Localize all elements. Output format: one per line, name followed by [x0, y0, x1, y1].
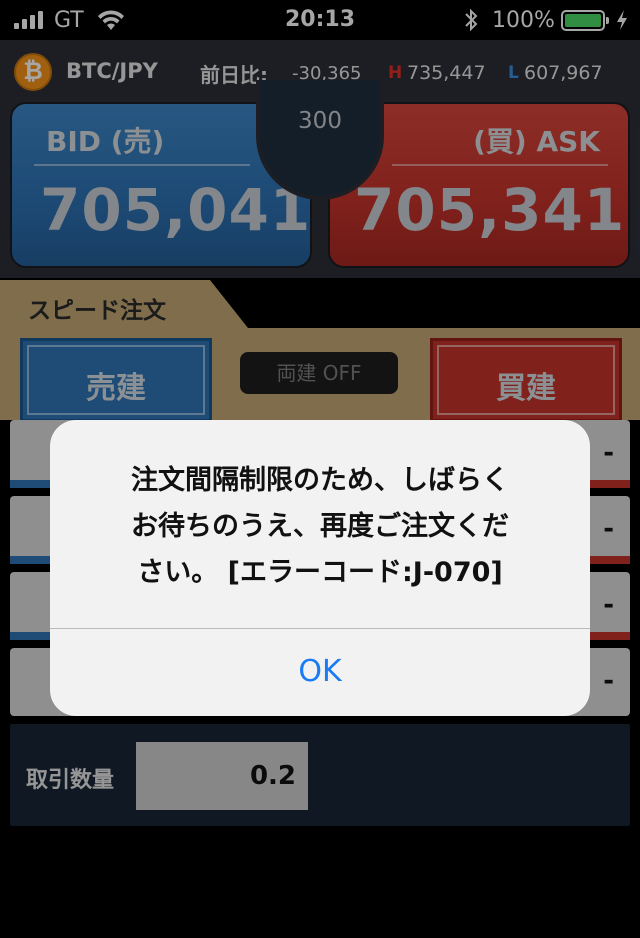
alert-line-2: お待ちのうえ、再度ご注文くだ	[131, 511, 509, 542]
alert-line-1: 注文間隔制限のため、しばらく	[131, 465, 509, 496]
error-alert: 注文間隔制限のため、しばらく お待ちのうえ、再度ご注文くだ さい。 [エラーコー…	[50, 420, 590, 716]
alert-message: 注文間隔制限のため、しばらく お待ちのうえ、再度ご注文くだ さい。 [エラーコー…	[80, 458, 560, 596]
ok-button[interactable]: OK	[50, 628, 590, 716]
alert-line-3: さい。 [エラーコード:J-070]	[137, 557, 503, 588]
